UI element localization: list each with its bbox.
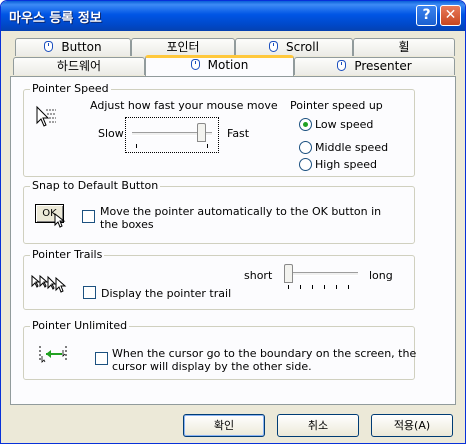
help-button[interactable]: ? (416, 5, 437, 26)
apply-button[interactable]: 적용(A) (371, 414, 453, 437)
middle-speed-label: Middle speed (315, 141, 389, 154)
tab-motion[interactable]: Motion (145, 55, 294, 76)
pointer-speed-icon (36, 105, 56, 127)
close-button[interactable]: ✕ (440, 5, 461, 26)
tab-hardware[interactable]: 하드웨어 (13, 57, 145, 75)
pointer-trails-group: Pointer Trails Display the pointer trail… (23, 248, 415, 310)
low-speed-label: Low speed (315, 118, 374, 131)
high-speed-label: High speed (315, 158, 378, 171)
tab-button[interactable]: Button (15, 38, 131, 56)
cursor-icon (54, 213, 66, 228)
window-title: 마우스 등록 정보 (9, 11, 102, 26)
speed-description: Adjust how fast your mouse move (90, 99, 278, 112)
mouse-icon (190, 59, 200, 70)
group-legend: Pointer Trails (30, 248, 105, 261)
mouse-icon (269, 41, 279, 52)
trail-slider-thumb[interactable] (284, 264, 293, 283)
group-legend: Pointer Speed (30, 82, 111, 95)
trail-label: Display the pointer trail (101, 287, 232, 300)
mouse-properties-window: 마우스 등록 정보 ? ✕ Button 포인터 Scroll 휠 하드웨어 M… (0, 0, 466, 444)
snap-label-line1: Move the pointer automatically to the OK… (100, 205, 382, 218)
tab-pointer[interactable]: 포인터 (131, 38, 235, 56)
group-legend: Snap to Default Button (30, 179, 161, 192)
speed-slider-thumb[interactable] (196, 123, 206, 142)
screen-wrap-icon (39, 346, 67, 363)
unlimited-checkbox[interactable] (95, 352, 108, 365)
pointer-speed-group: Pointer Speed Adjust how fast your mouse… (23, 82, 415, 177)
radio-middle-speed[interactable] (299, 141, 312, 154)
motion-tab-panel: Pointer Speed Adjust how fast your mouse… (10, 76, 456, 405)
group-legend: Pointer Unlimited (30, 319, 130, 332)
tab-wheel[interactable]: 휠 (353, 38, 455, 56)
unlimited-label-line2: cursor will display by the other side. (112, 360, 312, 373)
cancel-button[interactable]: 취소 (277, 414, 359, 437)
ok-button[interactable]: 확인 (183, 414, 265, 437)
pointer-trail-icon (31, 274, 67, 293)
trail-short-label: short (244, 269, 273, 282)
unlimited-label-line1: When the cursor go to the boundary on th… (112, 347, 417, 360)
fast-label: Fast (227, 127, 250, 140)
trail-length-slider[interactable] (282, 264, 362, 294)
tab-presenter[interactable]: Presenter (294, 57, 455, 75)
speed-slider[interactable] (125, 117, 219, 153)
trail-long-label: long (369, 269, 393, 282)
trail-checkbox[interactable] (83, 286, 96, 299)
radio-high-speed[interactable] (299, 158, 312, 171)
radio-low-speed[interactable] (299, 118, 312, 131)
slow-label: Slow (98, 127, 124, 140)
title-bar[interactable]: 마우스 등록 정보 ? ✕ (1, 1, 465, 31)
snap-checkbox[interactable] (82, 210, 95, 223)
pointer-unlimited-group: Pointer Unlimited When the cursor go to … (23, 319, 417, 380)
tab-scroll[interactable]: Scroll (235, 38, 353, 56)
mouse-icon (337, 60, 347, 71)
mouse-icon (44, 41, 54, 52)
snap-label-line2: the boxes (100, 218, 154, 231)
snap-group: Snap to Default Button OK Move the point… (23, 179, 415, 244)
speed-up-label: Pointer speed up (290, 99, 383, 112)
